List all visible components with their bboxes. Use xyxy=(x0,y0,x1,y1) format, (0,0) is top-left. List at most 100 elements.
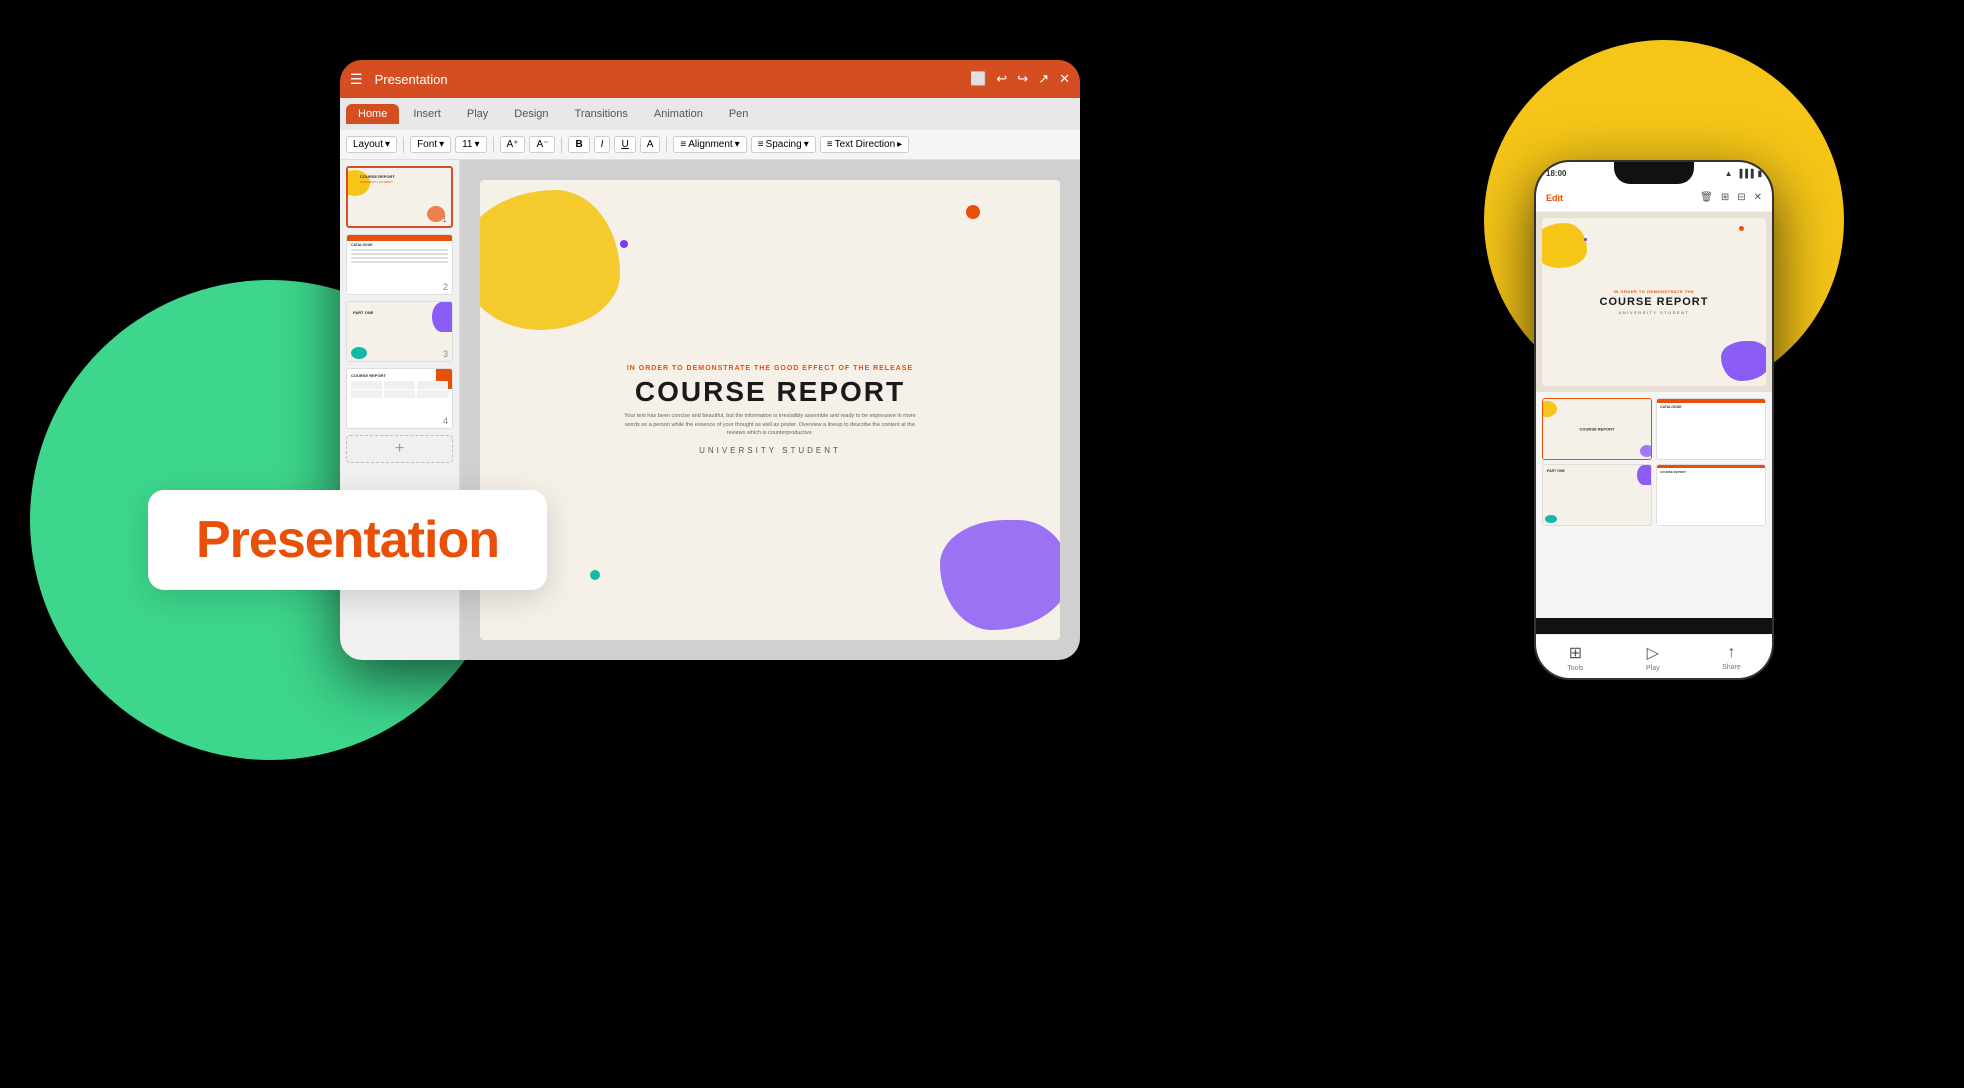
font-button[interactable]: Font ▾ xyxy=(410,136,451,153)
phone-slide-mini-1[interactable]: COURSE REPORT xyxy=(1542,398,1652,460)
text-color-button[interactable]: A xyxy=(640,136,661,153)
thumb4-line-6 xyxy=(417,390,448,398)
tools-icon: ⊞ xyxy=(1569,643,1582,663)
toolbar-separator-1 xyxy=(403,137,404,153)
phone-grid2-icon[interactable]: ⊟ xyxy=(1737,192,1745,203)
font-size-button[interactable]: 11 ▾ xyxy=(455,136,486,153)
export-icon[interactable]: ↗ xyxy=(1038,71,1049,87)
spacing-label: Spacing xyxy=(766,139,802,150)
thumb1-subtitle: UNIVERSITY STUDENT xyxy=(360,180,393,184)
share-label: Share xyxy=(1722,664,1741,671)
phone-slide-area: IN ORDER TO DEMONSTRATE THE COURSE REPOR… xyxy=(1536,212,1772,392)
play-icon: ▷ xyxy=(1647,643,1659,663)
thumb4-col-1 xyxy=(351,381,382,398)
slide-thumb-inner-3: PART ONE xyxy=(347,302,452,361)
slide-thumbnail-1[interactable]: COURSE REPORT UNIVERSITY STUDENT 1 xyxy=(346,166,453,228)
font-dropdown-icon: ▾ xyxy=(439,139,444,150)
thumb3-background: PART ONE xyxy=(347,302,452,361)
slide-thumbnail-4[interactable]: COURSE REPORT xyxy=(346,368,453,429)
close-icon[interactable]: ✕ xyxy=(1059,71,1070,87)
redo-icon[interactable]: ↪ xyxy=(1017,71,1028,87)
tab-play[interactable]: Play xyxy=(455,104,500,124)
toolbar-separator-3 xyxy=(561,137,562,153)
text-direction-dropdown-icon: ▸ xyxy=(897,139,902,150)
font-increase-button[interactable]: A⁺ xyxy=(500,136,526,153)
tab-animation[interactable]: Animation xyxy=(642,104,715,124)
phone-time: 18:00 xyxy=(1546,169,1566,178)
phone-device: 18:00 ▲ ▐▐▐ ▮ Edit 🗑 ⊞ ⊟ ✕ I xyxy=(1534,160,1774,780)
thumb2-line-3 xyxy=(351,257,448,259)
bold-button[interactable]: B xyxy=(568,136,589,153)
mini-purple-3 xyxy=(1637,465,1651,485)
phone-battery-icon: ▮ xyxy=(1758,169,1762,178)
phone-slide-canvas: IN ORDER TO DEMONSTRATE THE COURSE REPOR… xyxy=(1542,218,1766,386)
slide-thumbnail-2[interactable]: CATALOGUE 2 xyxy=(346,234,453,295)
phone-slide-mini-2[interactable]: CATALOGUE xyxy=(1656,398,1766,460)
italic-button[interactable]: I xyxy=(594,136,611,153)
thumb2-background: CATALOGUE xyxy=(347,235,452,294)
text-direction-button[interactable]: ≡ Text Direction ▸ xyxy=(820,136,909,153)
phone-nav-play[interactable]: ▷ Play xyxy=(1646,643,1660,672)
slide-thumb-inner-2: CATALOGUE xyxy=(347,235,452,294)
phone-nav-tools[interactable]: ⊞ Tools xyxy=(1567,643,1583,672)
tab-design[interactable]: Design xyxy=(502,104,560,124)
mini-title-1: COURSE REPORT xyxy=(1580,426,1615,431)
phone-slide-author: UNIVERSITY STUDENT xyxy=(1619,310,1690,315)
font-size-label: 11 xyxy=(462,139,472,150)
phone-edit-button[interactable]: Edit xyxy=(1546,193,1563,203)
mini-title-4: COURSE REPORT xyxy=(1657,468,1765,476)
undo-icon[interactable]: ↩ xyxy=(996,71,1007,87)
tools-label: Tools xyxy=(1567,665,1583,672)
phone-slide-subtitle: IN ORDER TO DEMONSTRATE THE xyxy=(1614,289,1694,294)
phone-content-area: COURSE REPORT CATALOGUE PART ONE xyxy=(1536,392,1772,618)
menu-icon[interactable]: ☰ xyxy=(350,71,363,88)
play-label: Play xyxy=(1646,665,1660,672)
slide-title-main: COURSE REPORT xyxy=(635,376,905,408)
fullscreen-icon[interactable]: ⬜ xyxy=(970,71,986,87)
phone-frame: 18:00 ▲ ▐▐▐ ▮ Edit 🗑 ⊞ ⊟ ✕ I xyxy=(1534,160,1774,680)
phone-slide-grid: COURSE REPORT CATALOGUE PART ONE xyxy=(1542,398,1766,526)
slide-body-text: Your text has been concise and beautiful… xyxy=(620,412,920,438)
add-slide-icon: + xyxy=(395,440,404,458)
layout-button[interactable]: Layout ▾ xyxy=(346,136,397,153)
phone-grid-icon[interactable]: ⊞ xyxy=(1721,192,1729,203)
phone-nav-share[interactable]: ↑ Share xyxy=(1722,644,1741,671)
thumb4-col-2 xyxy=(384,381,415,398)
phone-wifi-icon: ▲ xyxy=(1725,169,1733,178)
phone-slide-mini-4[interactable]: COURSE REPORT xyxy=(1656,464,1766,526)
underline-button[interactable]: U xyxy=(614,136,635,153)
share-icon: ↑ xyxy=(1727,644,1735,662)
toolbar-separator-4 xyxy=(666,137,667,153)
mini-title-2: CATALOGUE xyxy=(1657,403,1765,411)
tab-home[interactable]: Home xyxy=(346,104,399,124)
tab-insert[interactable]: Insert xyxy=(401,104,453,124)
phone-notch xyxy=(1614,162,1694,184)
font-decrease-button[interactable]: A⁻ xyxy=(529,136,555,153)
phone-slide-mini-3[interactable]: PART ONE xyxy=(1542,464,1652,526)
thumb2-line-4 xyxy=(351,261,448,263)
phone-close-icon[interactable]: ✕ xyxy=(1754,192,1762,203)
phone-yellow-blob xyxy=(1542,223,1587,268)
tab-transitions[interactable]: Transitions xyxy=(563,104,640,124)
thumb2-line-1 xyxy=(351,249,448,251)
add-slide-button[interactable]: + xyxy=(346,435,453,463)
alignment-dropdown-icon: ▾ xyxy=(735,139,740,150)
phone-purple-blob xyxy=(1721,341,1766,381)
presentation-label-card: Presentation xyxy=(148,490,547,590)
slide-thumbnail-3[interactable]: PART ONE 3 xyxy=(346,301,453,362)
thumb4-line-5 xyxy=(417,381,448,389)
tablet-toolbar: Layout ▾ Font ▾ 11 ▾ A⁺ A⁻ B I U xyxy=(340,130,1080,160)
phone-delete-icon[interactable]: 🗑 xyxy=(1700,192,1713,203)
underline-label: U xyxy=(621,139,628,150)
slide-number-3: 3 xyxy=(443,349,448,359)
tablet-title-bar: ☰ Presentation ⬜ ↩ ↪ ↗ ✕ xyxy=(340,60,1080,98)
text-direction-label: Text Direction xyxy=(835,139,896,150)
phone-bottom-nav: ⊞ Tools ▷ Play ↑ Share xyxy=(1536,634,1772,678)
thumb4-title: COURSE REPORT xyxy=(351,373,386,378)
alignment-button[interactable]: ≡ Alignment ▾ xyxy=(673,136,746,153)
tab-pen[interactable]: Pen xyxy=(717,104,761,124)
thumb4-col-3 xyxy=(417,381,448,398)
spacing-button[interactable]: ≡ Spacing ▾ xyxy=(751,136,816,153)
slide-thumb-inner-1: COURSE REPORT UNIVERSITY STUDENT xyxy=(348,168,451,226)
main-slide-area[interactable]: IN ORDER TO DEMONSTRATE THE GOOD EFFECT … xyxy=(460,160,1080,660)
